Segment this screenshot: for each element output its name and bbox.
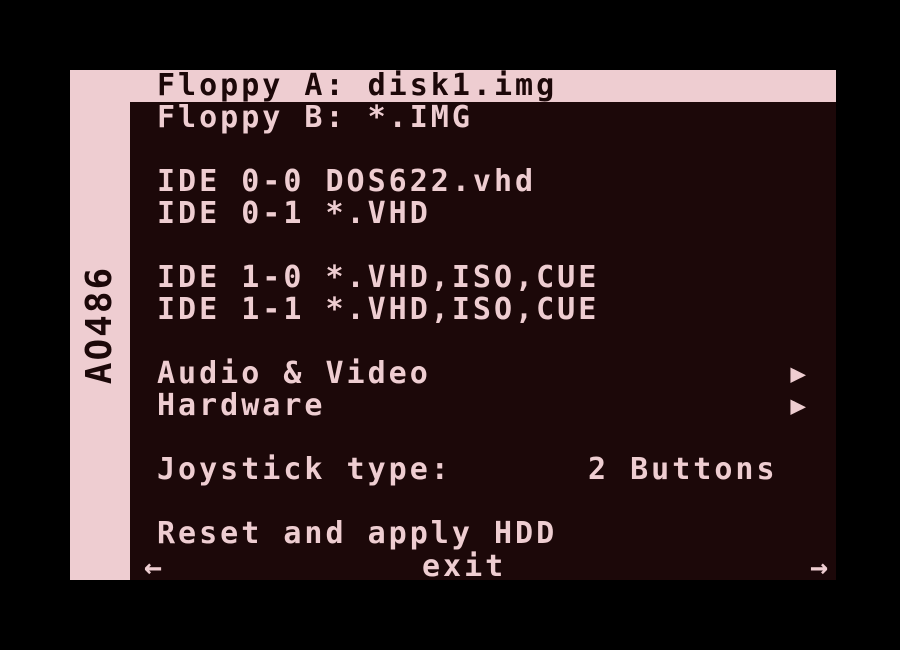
arrow-left-icon[interactable]: ← <box>144 553 162 583</box>
menu-item-label: Reset and apply HDD <box>157 516 558 551</box>
submenu-arrow-icon: ▶ <box>790 391 806 421</box>
menu-item-label: IDE 1-1 *.VHD,ISO,CUE <box>157 292 600 327</box>
menu-item-label: Floppy A: disk1.img <box>157 68 558 103</box>
menu-item-audio-video[interactable]: Audio & Video ▶ <box>130 358 836 390</box>
menu-item-ide-1-0[interactable]: IDE 1-0 *.VHD,ISO,CUE <box>130 262 836 294</box>
menu-item-ide-1-1[interactable]: IDE 1-1 *.VHD,ISO,CUE <box>130 294 836 326</box>
menu-item-label: Audio & Video <box>157 356 431 391</box>
arrow-right-icon[interactable]: → <box>810 553 828 583</box>
menu-item-joystick-type[interactable]: Joystick type: 2 Buttons <box>130 454 836 486</box>
core-name-label: AO486 <box>79 265 120 385</box>
menu-item-label: Hardware <box>157 388 326 423</box>
submenu-arrow-icon: ▶ <box>790 359 806 389</box>
menu-item-label: IDE 0-0 DOS622.vhd <box>157 164 537 199</box>
menu-item-label: Joystick type: <box>157 452 452 487</box>
menu-item-label: Floppy B: *.IMG <box>157 100 473 135</box>
exit-button[interactable]: exit <box>422 552 506 582</box>
menu-item-hardware[interactable]: Hardware ▶ <box>130 390 836 422</box>
menu-item-reset-apply-hdd[interactable]: Reset and apply HDD <box>130 518 836 550</box>
menu-item-ide-0-0[interactable]: IDE 0-0 DOS622.vhd <box>130 166 836 198</box>
menu-item-label: IDE 1-0 *.VHD,ISO,CUE <box>157 260 600 295</box>
screen: AO486 Floppy A: disk1.img Floppy B: *.IM… <box>0 0 900 650</box>
menu-item-floppy-b[interactable]: Floppy B: *.IMG <box>130 102 836 134</box>
core-name-sidebar: AO486 <box>70 70 130 580</box>
joystick-type-value: 2 Buttons <box>588 452 778 487</box>
menu-item-floppy-a[interactable]: Floppy A: disk1.img <box>130 70 836 102</box>
osd-menu-panel: Floppy A: disk1.img Floppy B: *.IMG IDE … <box>130 70 836 583</box>
menu-item-label: IDE 0-1 *.VHD <box>157 196 431 231</box>
menu-item-ide-0-1[interactable]: IDE 0-1 *.VHD <box>130 198 836 230</box>
